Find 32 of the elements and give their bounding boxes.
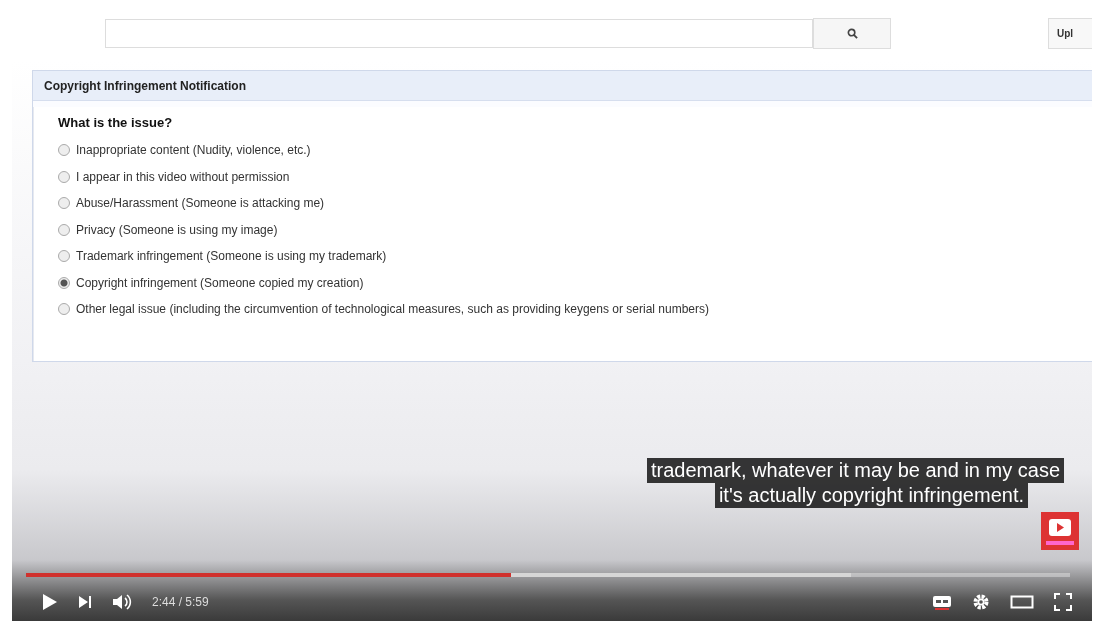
search-field[interactable] <box>105 19 813 48</box>
settings-icon[interactable] <box>972 593 990 611</box>
radio-button[interactable] <box>58 250 70 263</box>
subscribe-badge-icon <box>1041 512 1079 550</box>
captions-icon[interactable] <box>932 594 952 610</box>
option-label[interactable]: Copyright infringement (Someone copied my creation) <box>76 275 364 290</box>
caption-text: it's actually copyright infringement. <box>714 483 1028 508</box>
search-button[interactable] <box>813 18 891 49</box>
option-label[interactable]: Trademark infringement (Someone is using my trademark) <box>76 249 387 264</box>
theater-mode-icon[interactable] <box>1010 594 1034 610</box>
next-icon[interactable] <box>78 595 92 609</box>
volume-icon[interactable] <box>112 593 132 611</box>
option-label[interactable]: Other legal issue (including the circumvention of technological measures, such as providing keygens or serial numbers) <box>76 302 709 317</box>
option-label[interactable]: Inappropriate content (Nudity, violence, etc.) <box>76 143 311 158</box>
search-icon <box>846 28 858 39</box>
play-icon[interactable] <box>42 593 58 611</box>
question-label: What is the issue? <box>58 115 174 130</box>
option-label[interactable]: I appear in this video without permission <box>76 169 290 184</box>
option-label[interactable]: Abuse/Harassment (Someone is attacking me) <box>76 196 325 211</box>
fullscreen-icon[interactable] <box>1054 593 1072 611</box>
upload-button[interactable]: Upl <box>1048 18 1092 49</box>
radio-button[interactable] <box>58 303 70 316</box>
radio-button[interactable] <box>58 276 70 289</box>
radio-button[interactable] <box>58 144 70 157</box>
radio-button[interactable] <box>58 197 70 210</box>
caption-text: trademark, whatever it may be and in my case <box>646 458 1064 483</box>
radio-button[interactable] <box>58 170 70 183</box>
option-label[interactable]: Privacy (Someone is using my image) <box>76 222 278 237</box>
panel-title: Copyright Infringement Notification <box>33 71 1092 101</box>
radio-button[interactable] <box>58 223 70 236</box>
time-display: 2:44 / 5:59 <box>152 595 209 609</box>
progress-track[interactable] <box>26 573 1070 577</box>
